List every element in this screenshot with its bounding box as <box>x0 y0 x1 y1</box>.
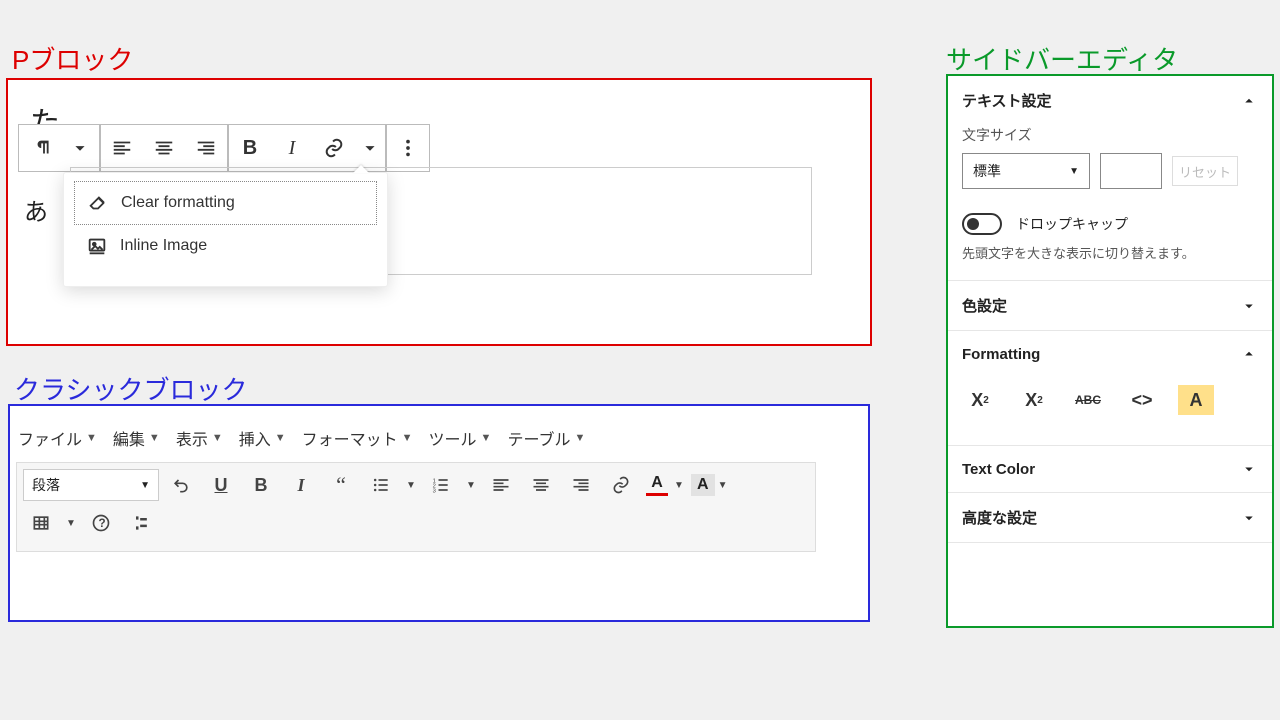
align-center-button[interactable] <box>143 125 185 171</box>
classic-toolbar: 段落 ▼ U B I “ ▼ 123 ▼ A ▼ <box>16 462 816 552</box>
classic-block-heading: クラシックブロック <box>14 370 247 407</box>
chevron-down-icon <box>1240 509 1258 527</box>
dropcap-hint: 先頭文字を大きな表示に切り替えます。 <box>962 243 1258 262</box>
advanced-settings-header[interactable]: 高度な設定 <box>948 493 1272 542</box>
chevron-down-icon <box>1240 460 1258 478</box>
paragraph-format-select[interactable]: 段落 ▼ <box>23 469 159 501</box>
p-block-heading: Pブロック <box>12 40 133 77</box>
link-button[interactable] <box>313 125 355 171</box>
paragraph-content: あ <box>24 192 48 227</box>
bg-color-button-classic[interactable]: A <box>691 474 715 496</box>
text-color-title: Text Color <box>962 461 1035 478</box>
link-button-classic[interactable] <box>603 469 639 501</box>
classic-menubar: ファイル▼ 編集▼ 表示▼ 挿入▼ フォーマット▼ ツール▼ テーブル▼ <box>18 426 585 450</box>
text-color-button-classic[interactable]: A <box>643 472 671 498</box>
align-center-classic[interactable] <box>523 469 559 501</box>
text-settings-header[interactable]: テキスト設定 <box>948 76 1272 125</box>
align-left-classic[interactable] <box>483 469 519 501</box>
subscript-button[interactable]: X2 <box>1016 385 1052 415</box>
text-settings-panel: テキスト設定 文字サイズ 標準 ▼ リセット ドロップキャップ 先頭文字を大きな… <box>948 76 1272 281</box>
dropcap-toggle[interactable] <box>962 213 1002 235</box>
menu-format[interactable]: フォーマット▼ <box>302 426 413 450</box>
text-settings-title: テキスト設定 <box>962 90 1052 111</box>
menu-insert[interactable]: 挿入▼ <box>239 426 286 450</box>
quote-button[interactable]: “ <box>323 469 359 501</box>
formatting-header[interactable]: Formatting <box>948 331 1272 377</box>
format-dropdown-menu: Clear formatting Inline Image <box>63 172 388 287</box>
text-color-header[interactable]: Text Color <box>948 446 1272 492</box>
font-size-value: 標準 <box>973 161 1001 181</box>
eraser-icon <box>87 192 109 214</box>
highlight-button[interactable]: A <box>1178 385 1214 415</box>
bullet-list-dropdown[interactable]: ▼ <box>403 469 419 501</box>
font-size-input[interactable] <box>1100 153 1162 189</box>
color-settings-header[interactable]: 色設定 <box>948 281 1272 330</box>
bg-color-dropdown[interactable]: ▼ <box>715 469 731 501</box>
italic-button[interactable]: I <box>271 125 313 171</box>
table-dropdown[interactable]: ▼ <box>63 507 79 539</box>
bold-button-classic[interactable]: B <box>243 469 279 501</box>
align-right-classic[interactable] <box>563 469 599 501</box>
paragraph-format-value: 段落 <box>32 475 60 495</box>
clear-formatting-label: Clear formatting <box>121 194 235 212</box>
block-type-dropdown[interactable] <box>65 125 95 171</box>
bold-button[interactable]: B <box>229 125 271 171</box>
italic-button-classic[interactable]: I <box>283 469 319 501</box>
numbered-list-dropdown[interactable]: ▼ <box>463 469 479 501</box>
chevron-up-icon <box>1240 345 1258 363</box>
bullet-list-button[interactable] <box>363 469 399 501</box>
strikethrough-button[interactable]: ABC <box>1070 385 1106 415</box>
more-options-button[interactable] <box>387 125 429 171</box>
advanced-settings-title: 高度な設定 <box>962 507 1037 528</box>
numbered-list-button[interactable]: 123 <box>423 469 459 501</box>
undo-button[interactable] <box>163 469 199 501</box>
dropcap-label: ドロップキャップ <box>1016 214 1128 234</box>
svg-text:3: 3 <box>433 489 436 495</box>
inline-image-label: Inline Image <box>120 237 207 255</box>
help-button[interactable]: ? <box>83 507 119 539</box>
inline-image-icon <box>86 235 108 257</box>
svg-text:?: ? <box>99 517 106 530</box>
menu-view[interactable]: 表示▼ <box>176 426 223 450</box>
menu-edit[interactable]: 編集▼ <box>113 426 160 450</box>
align-left-button[interactable] <box>101 125 143 171</box>
text-color-dropdown[interactable]: ▼ <box>671 469 687 501</box>
code-button[interactable]: <> <box>1124 385 1160 415</box>
sidebar-editor-heading: サイドバーエディタ <box>946 40 1178 77</box>
p-block-region: た B I あ Clear forma <box>6 78 872 346</box>
sidebar-editor-region: テキスト設定 文字サイズ 標準 ▼ リセット ドロップキャップ 先頭文字を大きな… <box>946 74 1274 628</box>
clear-formatting-item[interactable]: Clear formatting <box>74 181 377 225</box>
block-type-button[interactable] <box>23 125 65 171</box>
menu-table[interactable]: テーブル▼ <box>507 426 585 450</box>
chevron-up-icon <box>1240 92 1258 110</box>
superscript-button[interactable]: X2 <box>962 385 998 415</box>
font-size-label: 文字サイズ <box>962 125 1258 145</box>
table-button-classic[interactable] <box>23 507 59 539</box>
align-right-button[interactable] <box>185 125 227 171</box>
font-size-select[interactable]: 標準 ▼ <box>962 153 1090 189</box>
classic-block-region: ファイル▼ 編集▼ 表示▼ 挿入▼ フォーマット▼ ツール▼ テーブル▼ 段落 … <box>8 404 870 622</box>
color-settings-title: 色設定 <box>962 295 1007 316</box>
menu-file[interactable]: ファイル▼ <box>18 426 97 450</box>
underline-button[interactable]: U <box>203 469 239 501</box>
inline-image-item[interactable]: Inline Image <box>74 225 377 267</box>
formatting-title: Formatting <box>962 346 1040 363</box>
chevron-down-icon <box>1240 297 1258 315</box>
menu-tools[interactable]: ツール▼ <box>429 426 492 450</box>
shortcode-button[interactable] <box>123 507 159 539</box>
font-size-reset-button[interactable]: リセット <box>1172 156 1238 186</box>
